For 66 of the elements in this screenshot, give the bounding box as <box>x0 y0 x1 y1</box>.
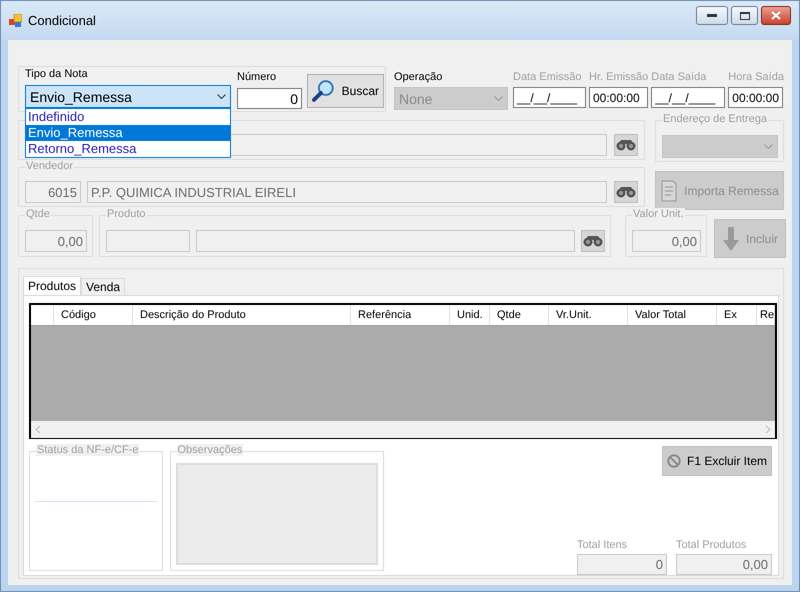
total-label: Total Itens <box>577 539 628 553</box>
binoculars-icon <box>616 186 636 198</box>
vendedor-label: Vendedor <box>25 160 74 172</box>
numero-label: Número <box>237 71 278 85</box>
maximize-button[interactable] <box>731 6 758 25</box>
tab[interactable]: Produtos <box>23 276 82 295</box>
minimize-button[interactable] <box>696 6 728 25</box>
field-label: Hr. Emissão <box>589 71 648 85</box>
maximize-icon <box>740 12 750 20</box>
date-time-field[interactable]: 00:00:00 <box>589 87 648 108</box>
produto-name-field[interactable] <box>196 230 576 252</box>
close-icon <box>771 11 781 20</box>
column-header[interactable]: Qtde <box>490 305 549 325</box>
document-icon <box>660 180 678 202</box>
column-header[interactable]: Código <box>54 305 133 325</box>
column-header[interactable]: Unid. <box>450 305 490 325</box>
valor-unit-label: Valor Unit. <box>632 208 685 220</box>
tipo-nota-label: Tipo da Nota <box>25 68 89 82</box>
qtde-field[interactable]: 0,00 <box>25 230 87 252</box>
minimize-icon <box>707 14 717 17</box>
excluir-item-button[interactable]: F1 Excluir Item <box>662 446 772 476</box>
total-label: Total Produtos <box>676 539 748 553</box>
produto-code-field[interactable] <box>106 230 190 252</box>
valor-unit-field[interactable]: 0,00 <box>632 230 701 252</box>
column-header[interactable]: Valor Total <box>628 305 717 325</box>
caret-icon <box>494 96 503 101</box>
column-header[interactable]: Descrição do Produto <box>133 305 351 325</box>
field-label: Data Saída <box>651 71 708 85</box>
app-icon <box>9 14 22 27</box>
status-label: Status da NF-e/CF-e <box>36 444 140 456</box>
window-title: Condicional <box>28 13 97 28</box>
total-field: 0 <box>577 554 667 575</box>
column-header[interactable]: Vr.Unit. <box>549 305 628 325</box>
qtde-label: Qtde <box>25 208 51 220</box>
field-label: Hora Saída <box>728 71 784 85</box>
endereco-entrega-label: Endereço de Entrega <box>662 113 768 125</box>
total-field: 0,00 <box>676 554 772 575</box>
vendedor-name-field[interactable]: P.P. QUIMICA INDUSTRIAL EIRELI <box>87 181 607 203</box>
tipo-nota-dropdown[interactable]: Envio_Remessa <box>25 85 231 108</box>
tab[interactable]: Venda <box>81 278 126 295</box>
down-arrow-icon <box>722 226 740 252</box>
dropdown-option[interactable]: Envio_Remessa <box>26 125 230 141</box>
close-button[interactable] <box>761 6 791 25</box>
search-cliente-button[interactable] <box>614 134 638 156</box>
date-time-field[interactable]: __/__/____ <box>651 87 726 108</box>
caret-icon <box>217 94 226 99</box>
column-header[interactable]: Referência <box>351 305 450 325</box>
search-vendedor-button[interactable] <box>614 181 638 203</box>
column-header[interactable]: Re <box>757 305 775 325</box>
observacoes-label: Observações <box>176 444 244 456</box>
date-time-field[interactable]: 00:00:00 <box>728 87 784 108</box>
observacoes-field[interactable] <box>176 463 378 565</box>
caret-icon <box>764 144 773 149</box>
column-header[interactable]: Ex <box>717 305 757 325</box>
numero-field[interactable]: 0 <box>237 88 302 109</box>
produto-label: Produto <box>106 208 147 220</box>
field-label: Data Emissão <box>513 71 582 85</box>
binoculars-icon <box>616 139 636 151</box>
buscar-button[interactable]: Buscar <box>307 74 384 108</box>
date-time-field[interactable]: __/__/____ <box>513 87 586 108</box>
search-produto-button[interactable] <box>581 230 605 252</box>
binoculars-icon <box>583 235 604 247</box>
excluir-item-text: F1 Excluir Item <box>686 454 767 468</box>
operacao-label: Operação <box>394 71 444 85</box>
search-icon <box>312 79 336 103</box>
vendedor-code-field[interactable]: 6015 <box>25 181 81 203</box>
